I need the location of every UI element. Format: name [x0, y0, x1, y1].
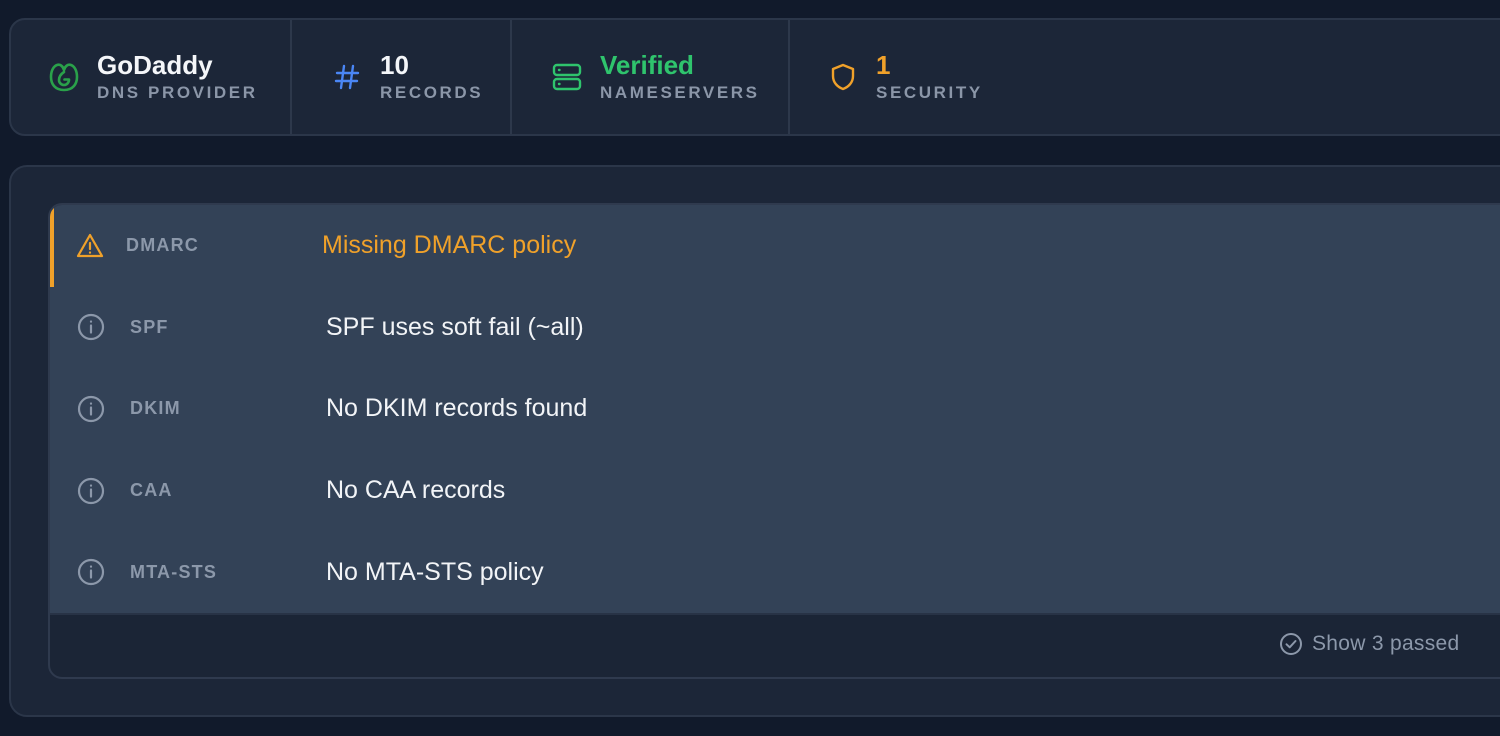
stat-label: DNS PROVIDER	[97, 83, 258, 102]
stat-dns-provider: GoDaddy DNS PROVIDER	[11, 20, 292, 134]
check-row-mta-sts[interactable]: MTA-STS No MTA-STS policy	[50, 531, 1500, 613]
stat-label: NAMESERVERS	[600, 83, 760, 102]
security-checks-card: DMARC Missing DMARC policy SPF SPF uses …	[48, 203, 1500, 679]
stat-value: GoDaddy	[97, 50, 213, 80]
stat-records: 10 RECORDS	[292, 20, 512, 134]
info-circle-icon	[76, 557, 106, 587]
security-checks-list: DMARC Missing DMARC policy SPF SPF uses …	[50, 205, 1500, 613]
stat-value: 1	[876, 50, 891, 80]
check-message: SPF uses soft fail (~all)	[326, 312, 584, 341]
warning-triangle-icon	[75, 231, 105, 261]
check-message: Missing DMARC policy	[322, 231, 577, 260]
check-name: SPF	[130, 316, 169, 337]
check-message: No DKIM records found	[326, 394, 588, 423]
checks-footer: Show 3 passed	[50, 612, 1500, 675]
check-row-dkim[interactable]: DKIM No DKIM records found	[50, 368, 1500, 450]
hash-icon	[330, 60, 364, 94]
stat-value: Verified	[600, 50, 694, 80]
dns-stats-bar: GoDaddy DNS PROVIDER 10 RECORDS Verified…	[9, 18, 1500, 136]
stat-label: SECURITY	[876, 83, 983, 102]
check-row-caa[interactable]: CAA No CAA records	[50, 450, 1500, 532]
stat-value: 10	[380, 50, 409, 80]
stat-label: RECORDS	[380, 83, 484, 102]
check-name: DMARC	[126, 235, 199, 256]
shield-icon	[826, 60, 860, 94]
check-name: MTA-STS	[130, 561, 218, 582]
check-name: DKIM	[130, 398, 181, 419]
info-circle-icon	[76, 312, 106, 342]
check-circle-icon	[1279, 632, 1303, 656]
server-icon	[550, 60, 584, 94]
godaddy-logo-icon	[47, 60, 81, 94]
check-row-dmarc[interactable]: DMARC Missing DMARC policy	[50, 205, 1500, 287]
info-circle-icon	[76, 476, 106, 506]
check-message: No MTA-STS policy	[326, 557, 544, 586]
info-circle-icon	[76, 394, 106, 424]
show-passed-label: Show 3 passed	[1312, 631, 1460, 655]
show-passed-button[interactable]: Show 3 passed	[1279, 632, 1460, 656]
stat-security: 1 SECURITY	[790, 20, 1090, 134]
stat-nameservers: Verified NAMESERVERS	[512, 20, 790, 134]
check-name: CAA	[130, 480, 173, 501]
check-message: No CAA records	[326, 476, 506, 505]
security-checks-panel: DMARC Missing DMARC policy SPF SPF uses …	[9, 165, 1500, 717]
check-row-spf[interactable]: SPF SPF uses soft fail (~all)	[50, 287, 1500, 369]
